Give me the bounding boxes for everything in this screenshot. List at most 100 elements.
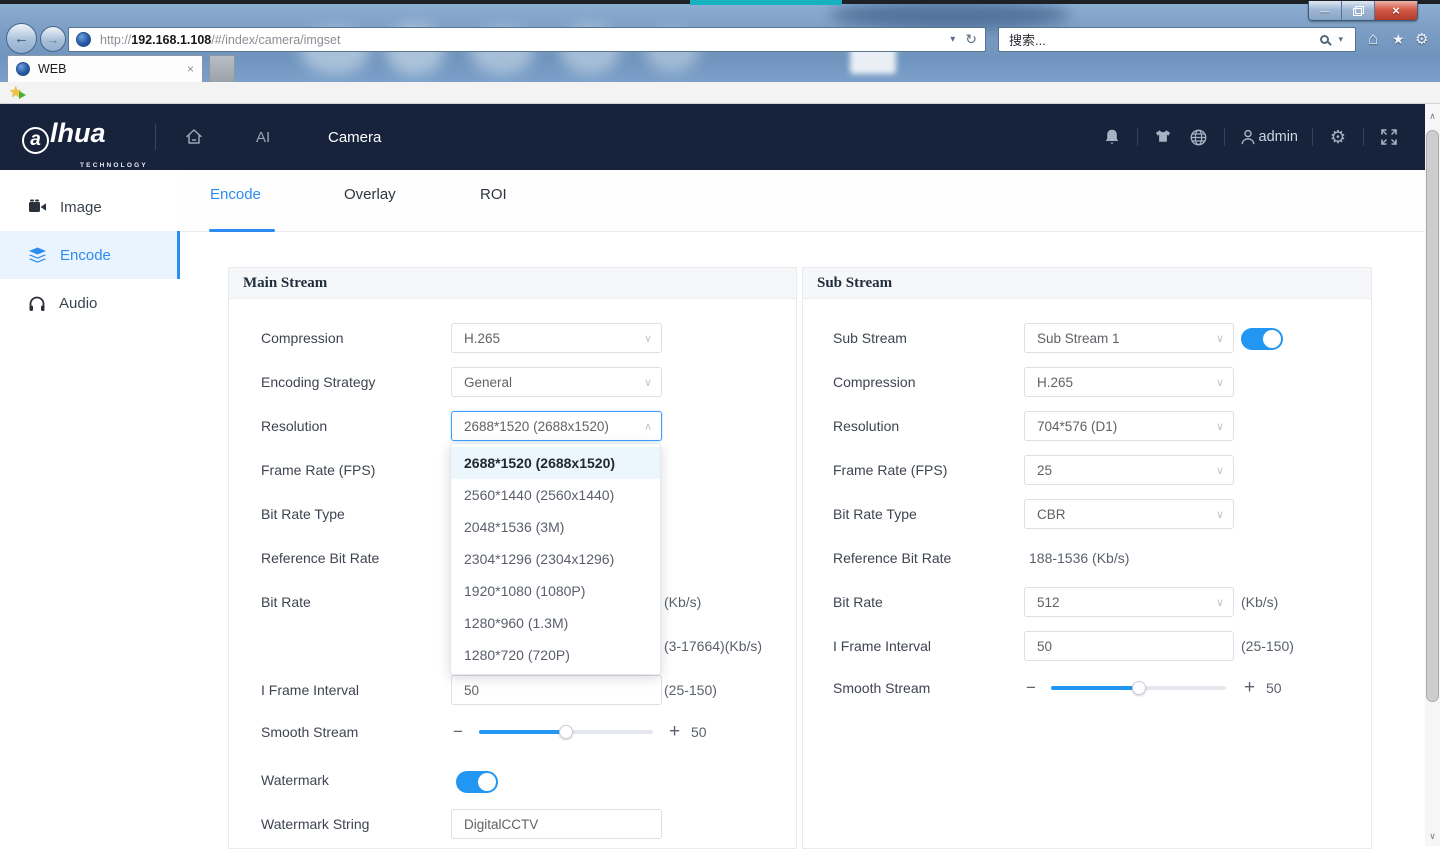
smooth-stream-minus-button[interactable]: − <box>1026 673 1036 703</box>
sub-stream-header: Sub Stream <box>803 268 1371 299</box>
image-camera-icon <box>28 199 47 215</box>
language-button[interactable] <box>1188 126 1210 148</box>
sidebar-item-image[interactable]: Image <box>0 183 180 231</box>
bit-rate-type-value: CBR <box>1037 507 1066 522</box>
bit-rate-type-label: Bit Rate Type <box>261 499 345 529</box>
browser-tab[interactable]: WEB × <box>7 55 203 82</box>
settings-button[interactable]: ⚙ <box>1327 126 1349 148</box>
chevron-up-icon: ∧ <box>644 420 652 433</box>
scroll-down-button[interactable]: ∨ <box>1425 828 1440 844</box>
slider-thumb[interactable] <box>559 725 573 739</box>
sub-bit-rate-select[interactable]: 512 ∨ <box>1024 587 1234 617</box>
slider-track[interactable] <box>1051 686 1226 690</box>
search-box[interactable]: 搜索... ▾ <box>998 27 1356 52</box>
watermark-toggle[interactable] <box>456 771 498 793</box>
encode-tabstrip: Encode Overlay ROI <box>180 170 1425 232</box>
nav-home[interactable] <box>184 104 204 170</box>
resolution-option[interactable]: 2688*1520 (2688x1520) <box>451 447 660 479</box>
fullscreen-button[interactable] <box>1378 126 1400 148</box>
search-icon[interactable] <box>1320 35 1329 44</box>
account-menu[interactable]: admin <box>1239 126 1299 148</box>
frame-rate-label: Frame Rate (FPS) <box>261 455 375 485</box>
audio-headphones-icon <box>28 295 46 312</box>
bit-rate-label: Bit Rate <box>261 587 311 617</box>
bit-rate-type-label: Bit Rate Type <box>833 499 917 529</box>
i-frame-interval-range: (25-150) <box>1241 631 1294 661</box>
watermark-string-input[interactable] <box>451 809 662 839</box>
smooth-stream-minus-button[interactable]: − <box>453 717 463 747</box>
scroll-up-button[interactable]: ∧ <box>1425 108 1440 124</box>
logo-a-mark: a <box>22 127 49 154</box>
refresh-icon[interactable]: ↻ <box>965 31 977 48</box>
address-bar[interactable]: http://192.168.1.108/#/index/camera/imgs… <box>68 27 986 52</box>
tab-overlay[interactable]: Overlay <box>344 186 396 203</box>
sidebar-item-label: Encode <box>60 247 111 264</box>
resolution-option[interactable]: 1920*1080 (1080P) <box>451 575 660 607</box>
resolution-option[interactable]: 2048*1536 (3M) <box>451 511 660 543</box>
resolution-option[interactable]: 1280*720 (720P) <box>451 639 660 671</box>
header-icon-divider <box>1137 128 1138 146</box>
frame-rate-label: Frame Rate (FPS) <box>833 455 947 485</box>
watermark-string-label: Watermark String <box>261 809 369 839</box>
resolution-select[interactable]: 2688*1520 (2688x1520) ∧ <box>451 411 662 441</box>
smooth-stream-plus-button[interactable]: + <box>669 717 680 747</box>
resolution-option[interactable]: 2560*1440 (2560x1440) <box>451 479 660 511</box>
add-favorite-icon[interactable]: ★ <box>9 83 22 101</box>
sidebar-item-audio[interactable]: Audio <box>0 279 180 327</box>
sub-stream-enable-toggle[interactable] <box>1241 328 1283 350</box>
app-header: alhua TECHNOLOGY AI Camera admin ⚙ <box>0 104 1425 170</box>
address-dropdown-icon[interactable]: ▾ <box>950 34 955 45</box>
bit-rate-range: (3-17664)(Kb/s) <box>664 631 762 661</box>
sub-bit-rate-type-select[interactable]: CBR ∨ <box>1024 499 1234 529</box>
encoding-strategy-value: General <box>464 375 512 390</box>
tab-encode[interactable]: Encode <box>210 186 261 203</box>
forward-button[interactable]: → <box>40 26 66 52</box>
favorites-button[interactable]: ★ <box>1392 31 1405 48</box>
tab-roi[interactable]: ROI <box>480 186 507 203</box>
slider-track[interactable] <box>479 730 653 734</box>
slider-thumb[interactable] <box>1132 681 1146 695</box>
scrollbar-thumb[interactable] <box>1426 130 1439 702</box>
nav-ai[interactable]: AI <box>256 104 270 170</box>
restore-button[interactable] <box>1342 1 1375 20</box>
chevron-down-icon: ∨ <box>1216 464 1224 477</box>
resolution-option[interactable]: 2304*1296 (2304x1296) <box>451 543 660 575</box>
alarm-button[interactable] <box>1101 126 1123 148</box>
smooth-stream-plus-button[interactable]: + <box>1244 673 1255 703</box>
compression-value: H.265 <box>464 331 500 346</box>
theme-shirt-icon <box>1154 128 1172 146</box>
tab-close-icon[interactable]: × <box>187 62 194 76</box>
sub-stream-label: Sub Stream <box>833 323 907 353</box>
home-button[interactable]: ⌂ <box>1368 29 1378 49</box>
frame-rate-value: 25 <box>1037 463 1052 478</box>
fullscreen-expand-icon <box>1380 128 1398 146</box>
smooth-stream-label: Smooth Stream <box>261 717 358 747</box>
logo-subtext: TECHNOLOGY <box>80 162 148 169</box>
i-frame-interval-range: (25-150) <box>664 675 717 705</box>
sub-resolution-select[interactable]: 704*576 (D1) ∨ <box>1024 411 1234 441</box>
restore-icon <box>1353 6 1364 16</box>
sub-frame-rate-select[interactable]: 25 ∨ <box>1024 455 1234 485</box>
sub-stream-panel: Sub Stream Sub Stream Sub Stream 1 ∨ Com… <box>802 267 1372 849</box>
compression-select[interactable]: H.265 ∨ <box>451 323 662 353</box>
search-dropdown-icon[interactable]: ▾ <box>1338 34 1343 45</box>
desktop-artifact <box>690 0 842 5</box>
header-icon-divider <box>1312 128 1313 146</box>
sub-compression-select[interactable]: H.265 ∨ <box>1024 367 1234 397</box>
chevron-down-icon: ∨ <box>1216 596 1224 609</box>
resolution-option[interactable]: 1280*960 (1.3M) <box>451 607 660 639</box>
minimize-button[interactable]: — <box>1309 1 1342 20</box>
sub-i-frame-interval-input[interactable] <box>1024 631 1234 661</box>
encoding-strategy-select[interactable]: General ∨ <box>451 367 662 397</box>
close-button[interactable]: × <box>1375 1 1417 20</box>
back-button[interactable]: ← <box>6 23 37 54</box>
nav-camera[interactable]: Camera <box>328 104 381 170</box>
new-tab-stub[interactable] <box>209 55 235 82</box>
header-divider <box>155 124 156 150</box>
tools-button[interactable]: ⚙ <box>1415 30 1428 48</box>
bit-rate-value: 512 <box>1037 595 1060 610</box>
sub-stream-select[interactable]: Sub Stream 1 ∨ <box>1024 323 1234 353</box>
sidebar-item-encode[interactable]: Encode <box>0 231 180 279</box>
theme-button[interactable] <box>1152 126 1174 148</box>
i-frame-interval-input[interactable] <box>451 675 662 705</box>
